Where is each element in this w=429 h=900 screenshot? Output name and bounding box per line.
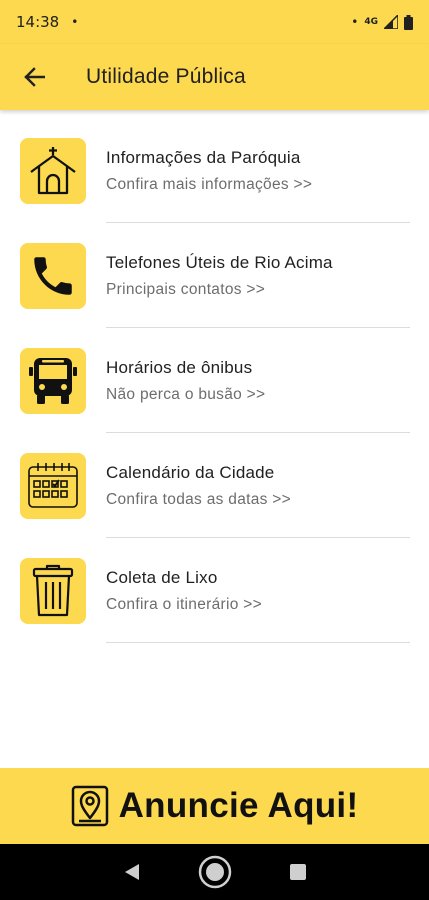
status-bar: 14:38 • • 4G bbox=[0, 0, 429, 44]
bus-icon bbox=[29, 358, 77, 404]
item-title: Informações da Paróquia bbox=[106, 148, 301, 167]
list-item-garbage-collection[interactable]: Coleta de Lixo Confira o itinerário >> bbox=[0, 538, 429, 643]
utility-list: Informações da Paróquia Confira mais inf… bbox=[0, 118, 429, 643]
phone-icon bbox=[34, 257, 72, 295]
item-subtitle: Principais contatos >> bbox=[106, 281, 266, 298]
item-subtitle: Confira mais informações >> bbox=[106, 176, 313, 193]
system-nav-bar bbox=[0, 844, 429, 900]
nav-back-button[interactable] bbox=[112, 852, 152, 892]
home-circle-icon bbox=[198, 855, 231, 889]
triangle-back-icon bbox=[124, 864, 139, 880]
item-title: Horários de ônibus bbox=[106, 358, 253, 377]
page-title: Utilidade Pública bbox=[86, 65, 246, 88]
square-recents-icon bbox=[289, 864, 306, 880]
phone-icon-tile bbox=[20, 243, 86, 309]
battery-icon bbox=[404, 14, 413, 30]
item-subtitle: Confira todas as datas >> bbox=[106, 491, 292, 508]
calendar-icon-tile bbox=[20, 453, 86, 519]
map-pin-badge-icon bbox=[71, 785, 108, 827]
item-title: Coleta de Lixo bbox=[106, 568, 218, 587]
small-dot-icon: • bbox=[351, 15, 359, 29]
trash-icon-tile bbox=[20, 558, 86, 624]
church-icon bbox=[30, 147, 76, 195]
item-texts: Telefones Úteis de Rio Acima Principais … bbox=[106, 253, 333, 299]
list-item-phones[interactable]: Telefones Úteis de Rio Acima Principais … bbox=[0, 223, 429, 328]
nav-recents-button[interactable] bbox=[278, 852, 318, 892]
item-texts: Coleta de Lixo Confira o itinerário >> bbox=[106, 568, 262, 614]
bus-icon-tile bbox=[20, 348, 86, 414]
app-bar: Utilidade Pública bbox=[0, 44, 429, 110]
status-icons: • 4G bbox=[351, 14, 413, 30]
church-icon-tile bbox=[20, 138, 86, 204]
signal-icon bbox=[384, 15, 398, 29]
notification-dot: • bbox=[71, 15, 79, 29]
arrow-back-icon bbox=[24, 67, 45, 87]
advertise-banner[interactable]: Anuncie Aqui! bbox=[0, 768, 429, 844]
calendar-icon bbox=[28, 463, 78, 508]
back-button[interactable] bbox=[0, 44, 68, 110]
banner-text: Anuncie Aqui! bbox=[118, 786, 359, 825]
item-texts: Calendário da Cidade Confira todas as da… bbox=[106, 463, 291, 509]
status-time: 14:38 bbox=[16, 13, 60, 31]
item-title: Calendário da Cidade bbox=[106, 463, 275, 482]
item-texts: Informações da Paróquia Confira mais inf… bbox=[106, 148, 312, 194]
item-texts: Horários de ônibus Não perca o busão >> bbox=[106, 358, 265, 404]
list-item-parish-info[interactable]: Informações da Paróquia Confira mais inf… bbox=[0, 118, 429, 223]
list-item-bus-schedule[interactable]: Horários de ônibus Não perca o busão >> bbox=[0, 328, 429, 433]
trash-icon bbox=[32, 564, 74, 617]
item-title: Telefones Úteis de Rio Acima bbox=[106, 253, 333, 272]
divider bbox=[106, 642, 410, 643]
item-subtitle: Confira o itinerário >> bbox=[106, 596, 262, 613]
nav-home-button[interactable] bbox=[195, 852, 235, 892]
list-item-city-calendar[interactable]: Calendário da Cidade Confira todas as da… bbox=[0, 433, 429, 538]
item-subtitle: Não perca o busão >> bbox=[106, 386, 266, 403]
network-type: 4G bbox=[364, 17, 378, 27]
